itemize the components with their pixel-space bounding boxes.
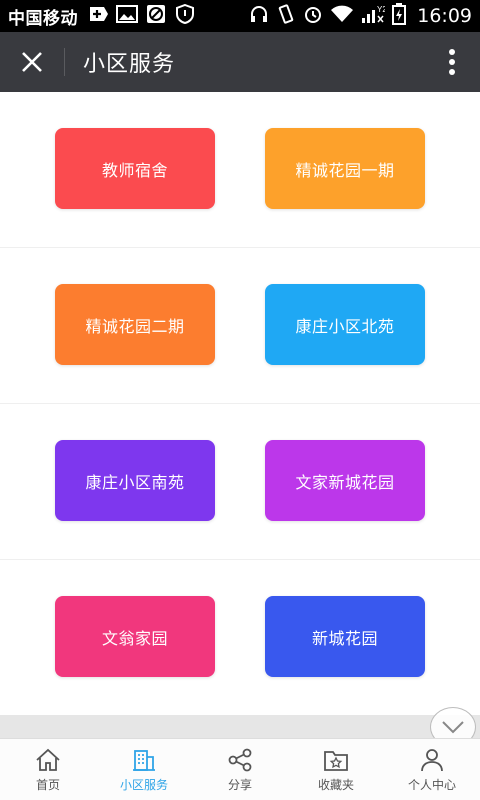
signal-icon: Y2 — [361, 4, 388, 28]
page-title: 小区服务 — [83, 52, 176, 77]
nav-label-profile: 个人中心 — [407, 777, 456, 792]
community-tile-jingcheng-phase-2[interactable]: 精诚花园二期 — [55, 284, 215, 365]
nav-label-favorites: 收藏夹 — [317, 777, 354, 792]
wifi-icon — [330, 5, 354, 27]
add-notification-icon — [86, 5, 108, 27]
more-options-button[interactable] — [424, 32, 480, 92]
close-icon — [22, 52, 42, 72]
carrier-name: 中国移动 — [8, 8, 78, 29]
community-tile-kangzhuang-south[interactable]: 康庄小区南苑 — [55, 440, 215, 521]
nav-label-share: 分享 — [227, 777, 252, 792]
nav-item-profile[interactable]: 个人中心 — [384, 739, 480, 800]
blocked-icon — [146, 4, 166, 28]
community-tile-xincheng[interactable]: 新城花园 — [265, 596, 425, 677]
status-bar: 中国移动 Y2 16:09 — [0, 0, 480, 32]
folder-star-icon — [324, 750, 348, 771]
nav-label-community-service: 小区服务 — [119, 777, 168, 792]
grid-row: 精诚花园二期 康庄小区北苑 — [0, 248, 480, 404]
headphones-icon — [249, 4, 269, 28]
app-header: 小区服务 — [0, 32, 480, 92]
battery-icon — [392, 3, 407, 29]
close-button[interactable] — [0, 32, 64, 92]
bottom-nav: 首页 小区服务 分享 收藏夹 个人中心 — [0, 738, 480, 800]
vibrate-icon — [276, 4, 296, 28]
shield-icon — [174, 3, 196, 28]
community-tile-kangzhuang-north[interactable]: 康庄小区北苑 — [265, 284, 425, 365]
grid-row: 康庄小区南苑 文家新城花园 — [0, 404, 480, 560]
community-tile-wenjia-xincheng[interactable]: 文家新城花园 — [265, 440, 425, 521]
image-icon — [116, 5, 138, 27]
nav-item-community-service[interactable]: 小区服务 — [96, 739, 192, 800]
gray-divider-strip — [0, 715, 480, 738]
person-icon — [421, 748, 443, 771]
nav-item-favorites[interactable]: 收藏夹 — [288, 739, 384, 800]
community-grid: 教师宿舍 精诚花园一期 精诚花园二期 康庄小区北苑 康庄小区南苑 文家新城花园 … — [0, 92, 480, 715]
nav-item-home[interactable]: 首页 — [0, 739, 96, 800]
nav-label-home: 首页 — [35, 777, 60, 792]
grid-row: 文翁家园 新城花园 — [0, 560, 480, 716]
nav-item-share[interactable]: 分享 — [192, 739, 288, 800]
home-icon — [36, 748, 60, 771]
alarm-icon — [303, 4, 323, 28]
svg-text:Y2: Y2 — [377, 5, 385, 14]
share-icon — [228, 748, 252, 771]
community-tile-jingcheng-phase-1[interactable]: 精诚花园一期 — [265, 128, 425, 209]
building-icon — [133, 749, 155, 771]
header-divider — [64, 48, 65, 76]
chevron-down-icon — [442, 721, 464, 734]
community-tile-wenweng[interactable]: 文翁家园 — [55, 596, 215, 677]
grid-row: 教师宿舍 精诚花园一期 — [0, 92, 480, 248]
community-tile-teacher-dorm[interactable]: 教师宿舍 — [55, 128, 215, 209]
status-time: 16:09 — [417, 5, 472, 27]
more-vertical-icon — [449, 49, 455, 75]
